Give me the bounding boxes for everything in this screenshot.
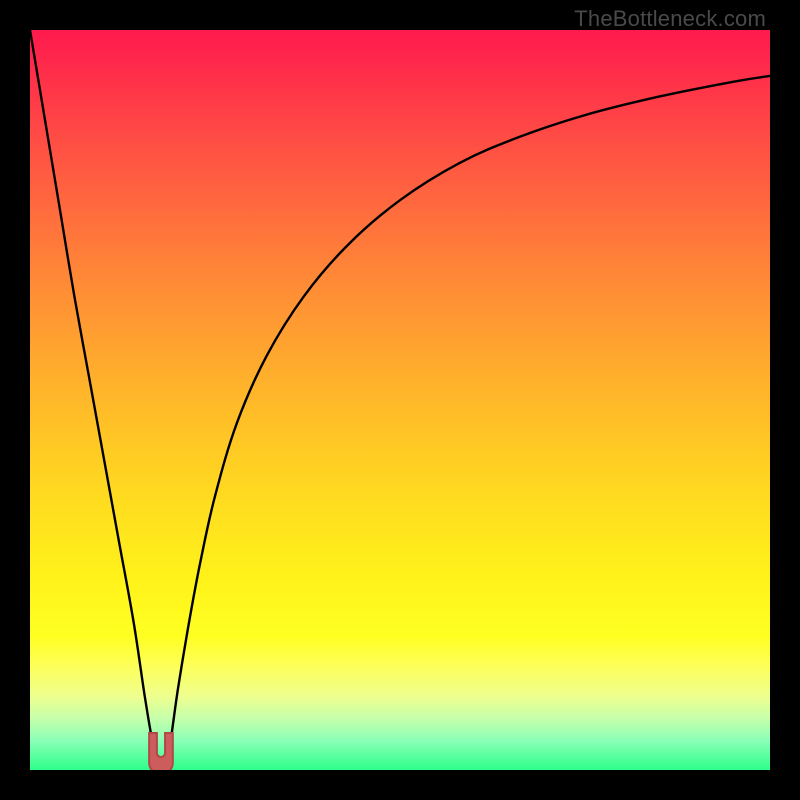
plot-frame: [30, 30, 770, 770]
watermark-label: TheBottleneck.com: [574, 6, 766, 32]
plot-area: [30, 30, 770, 770]
heat-gradient-background: [30, 30, 770, 770]
